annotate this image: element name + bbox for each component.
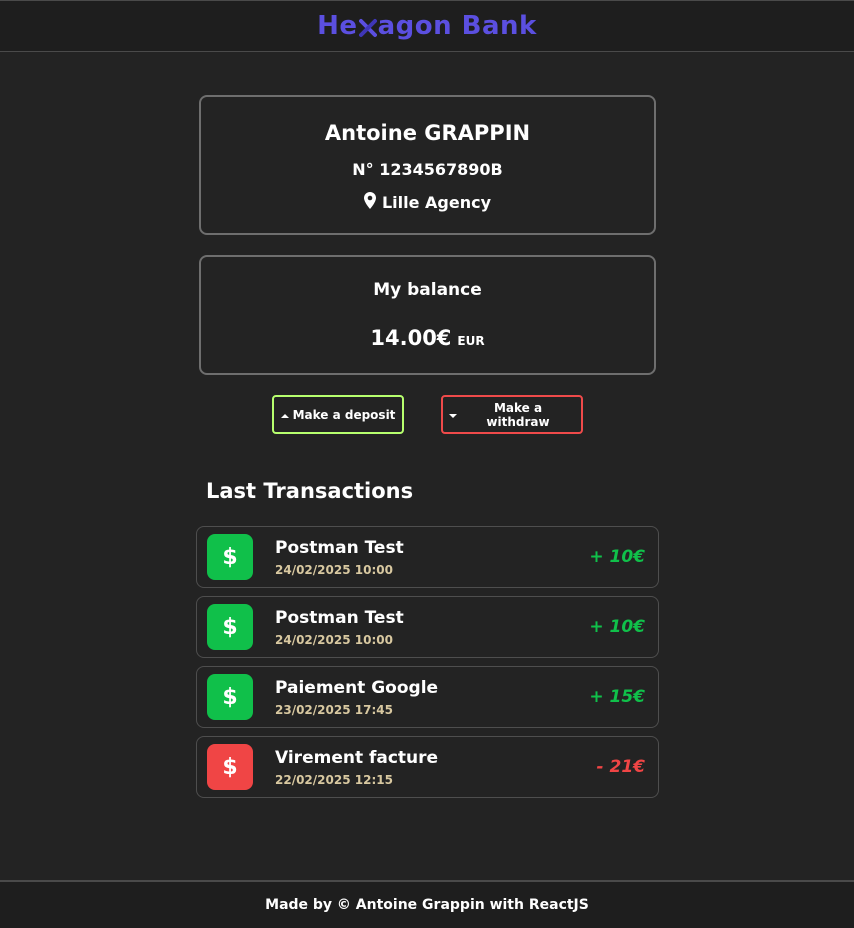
- hexagon-x-icon: [358, 15, 377, 37]
- balance-value: 14.00€ EUR: [201, 326, 654, 350]
- balance-amount: 14.00€: [370, 326, 452, 350]
- app-footer: Made by © Antoine Grappin with ReactJS: [0, 880, 854, 928]
- transaction-item[interactable]: $ Postman Test 24/02/2025 10:00 + 10€: [196, 526, 659, 588]
- balance-title: My balance: [373, 280, 482, 300]
- agency-name: Lille Agency: [381, 193, 492, 212]
- profile-card: Antoine GRAPPIN N° 1234567890B Lille Age…: [199, 95, 656, 235]
- make-deposit-label: Make a deposit: [292, 407, 396, 422]
- transaction-date: 23/02/2025 17:45: [275, 703, 393, 717]
- transaction-date: 24/02/2025 10:00: [275, 633, 393, 647]
- transaction-list: $ Postman Test 24/02/2025 10:00 + 10€ $ …: [196, 526, 659, 806]
- dollar-icon: $: [207, 744, 253, 790]
- transaction-amount: + 10€: [589, 547, 645, 567]
- transaction-label: Postman Test: [275, 608, 404, 628]
- footer-credit: Made by © Antoine Grappin with ReactJS: [265, 897, 589, 913]
- make-withdraw-button[interactable]: Make a withdraw: [441, 395, 583, 434]
- transaction-amount: + 10€: [589, 617, 645, 637]
- dollar-icon: $: [207, 674, 253, 720]
- brand-logo[interactable]: He agon Bank: [317, 11, 537, 41]
- brand-suffix: agon Bank: [377, 11, 537, 41]
- app-header: He agon Bank: [0, 0, 854, 52]
- transaction-date: 24/02/2025 10:00: [275, 563, 393, 577]
- agency-line: Lille Agency: [201, 192, 654, 213]
- balance-currency: EUR: [457, 334, 485, 348]
- make-deposit-button[interactable]: Make a deposit: [272, 395, 404, 434]
- transaction-amount: - 21€: [596, 757, 645, 777]
- account-number: N° 1234567890B: [352, 160, 503, 179]
- transaction-amount: + 15€: [589, 687, 645, 707]
- make-withdraw-label: Make a withdraw: [486, 400, 550, 429]
- caret-down-icon: [449, 408, 457, 422]
- transaction-item[interactable]: $ Postman Test 24/02/2025 10:00 + 10€: [196, 596, 659, 658]
- dollar-icon: $: [207, 534, 253, 580]
- transaction-date: 22/02/2025 12:15: [275, 773, 393, 787]
- balance-card: My balance 14.00€ EUR: [199, 255, 656, 375]
- brand-prefix: He: [317, 11, 358, 41]
- dollar-icon: $: [207, 604, 253, 650]
- transaction-label: Postman Test: [275, 538, 404, 558]
- transaction-label: Paiement Google: [275, 678, 439, 698]
- transaction-label: Virement facture: [275, 748, 439, 768]
- transaction-item[interactable]: $ Paiement Google 23/02/2025 17:45 + 15€: [196, 666, 659, 728]
- caret-up-icon: [280, 408, 289, 422]
- transaction-item[interactable]: $ Virement facture 22/02/2025 12:15 - 21…: [196, 736, 659, 798]
- account-holder-name: Antoine GRAPPIN: [324, 121, 531, 145]
- map-marker-icon: [363, 192, 376, 213]
- last-transactions-title: Last Transactions: [206, 479, 414, 503]
